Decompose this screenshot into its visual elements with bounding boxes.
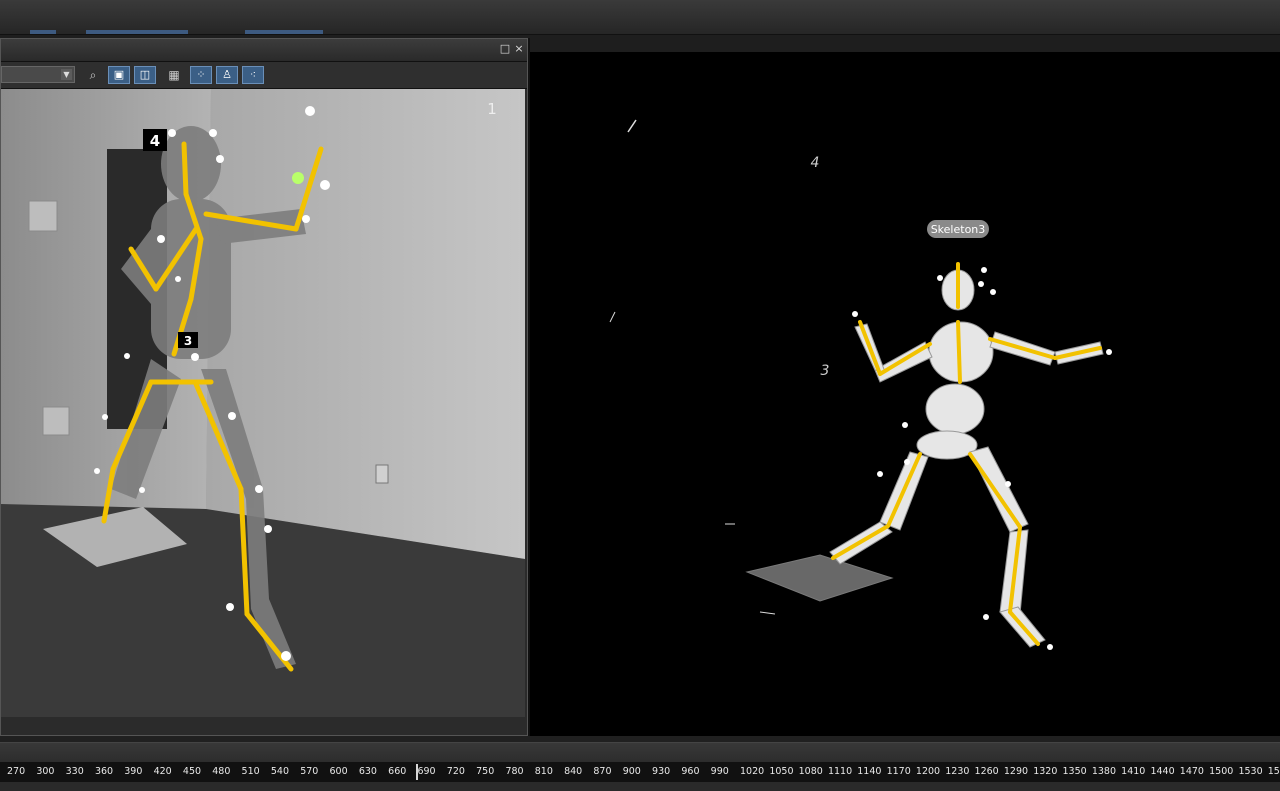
stray-marker bbox=[609, 311, 616, 323]
timeline-ruler[interactable]: 270 300 330 360 390 420 450 480 510 540 570 600 630 6… bbox=[0, 762, 1280, 782]
close-icon[interactable]: × bbox=[512, 42, 526, 56]
skeleton-name: Skeleton3 bbox=[931, 223, 986, 236]
rigid-body-marker bbox=[292, 172, 304, 184]
timeline-tick-label: 600 bbox=[329, 766, 348, 777]
top-tab-strip[interactable] bbox=[86, 30, 188, 34]
timeline-tick-label: 960 bbox=[681, 766, 700, 777]
camera-lock-icon[interactable]: ▣ bbox=[108, 66, 130, 84]
timeline-tick-label: 1530 bbox=[1238, 766, 1263, 777]
timeline-tick-label: 630 bbox=[358, 766, 377, 777]
marker-label-4: 4 bbox=[150, 132, 160, 150]
timeline-tick-label: 900 bbox=[622, 766, 641, 777]
camera-number: 1 bbox=[487, 100, 497, 118]
timeline-tick-label: 1260 bbox=[974, 766, 999, 777]
stray-marker bbox=[627, 119, 637, 133]
app-top-bar bbox=[0, 0, 1280, 35]
timeline-tick-label: 480 bbox=[212, 766, 231, 777]
camera-frame-svg: 4 3 1 bbox=[1, 89, 525, 717]
rigid-body-filter-icon[interactable]: ⁖ bbox=[242, 66, 264, 84]
timeline-tick-label: 1140 bbox=[857, 766, 882, 777]
timeline-tick-label: 420 bbox=[153, 766, 172, 777]
camera-toolbar: ▼ ⌕ ▣ ◫ ▦ ⁘ ♙ ⁖ bbox=[1, 62, 527, 89]
wall-socket bbox=[375, 464, 389, 484]
playhead-marker[interactable] bbox=[416, 764, 418, 780]
stray-marker bbox=[759, 611, 776, 615]
timeline-tick-label: 1350 bbox=[1062, 766, 1087, 777]
timeline-tick-label: 450 bbox=[182, 766, 202, 777]
timeline-tick-label: 930 bbox=[652, 766, 671, 777]
top-tab-strip[interactable] bbox=[30, 30, 56, 34]
timeline-tick-label: 1320 bbox=[1033, 766, 1058, 777]
grid-icon[interactable]: ▦ bbox=[164, 66, 184, 84]
timeline-tick-label: 300 bbox=[36, 766, 55, 777]
top-tab-strip[interactable] bbox=[245, 30, 323, 34]
skeleton-model bbox=[829, 269, 1104, 648]
timeline-tick-label: 1290 bbox=[1003, 766, 1029, 777]
timeline-tick-label: 870 bbox=[593, 766, 612, 777]
timeline-tick-label: 540 bbox=[270, 766, 290, 777]
maximize-icon[interactable]: □ bbox=[498, 42, 512, 56]
timeline-tick-label: 1500 bbox=[1209, 766, 1234, 777]
timeline-tick-label: 750 bbox=[476, 766, 495, 777]
marker-filter-icon[interactable]: ⁘ bbox=[190, 66, 212, 84]
timeline-tick-label: 1050 bbox=[769, 766, 794, 777]
camera-select-dropdown[interactable]: ▼ bbox=[1, 66, 75, 83]
wall-panel bbox=[28, 200, 58, 232]
timeline-tick-label: 360 bbox=[94, 766, 114, 777]
timeline-tick-label: 570 bbox=[300, 766, 319, 777]
timeline-tick-label: 1470 bbox=[1179, 766, 1204, 777]
timeline-tick-label: 1110 bbox=[827, 766, 853, 777]
marker-label-3: 3 bbox=[184, 334, 192, 348]
timeline-tick-label: 15 bbox=[1267, 766, 1280, 777]
timeline-tick-label: 690 bbox=[417, 766, 436, 777]
perspective-viewport[interactable]: 4 3 Skeleton3 bbox=[530, 52, 1280, 736]
timeline-tick-label: 780 bbox=[505, 766, 524, 777]
viewport-label-4: 4 bbox=[811, 155, 820, 171]
timeline-tick-label: 1380 bbox=[1091, 766, 1117, 777]
viewport-3d-svg: 4 3 Skeleton3 bbox=[609, 119, 1112, 650]
camera-video-view[interactable]: 4 3 1 bbox=[1, 89, 525, 717]
force-plate-3d bbox=[745, 554, 894, 602]
timeline-tick-label: 840 bbox=[564, 766, 583, 777]
timeline-tick-label: 1020 bbox=[740, 766, 765, 777]
split-view-icon[interactable]: ◫ bbox=[134, 66, 156, 84]
timeline-tick-label: 1440 bbox=[1150, 766, 1175, 777]
viewport-label-3: 3 bbox=[821, 363, 830, 379]
timeline-tick-label: 1410 bbox=[1121, 766, 1146, 777]
timeline-scrollbar[interactable] bbox=[0, 782, 1280, 791]
timeline-tick-label: 1200 bbox=[915, 766, 941, 777]
wall-outlet bbox=[42, 406, 70, 436]
skeleton-filter-icon[interactable]: ♙ bbox=[216, 66, 238, 84]
timeline-tick-label: 510 bbox=[241, 766, 260, 777]
timeline-tick-label: 390 bbox=[124, 766, 143, 777]
zoom-icon[interactable]: ⌕ bbox=[83, 66, 103, 84]
timeline-tick-label: 1230 bbox=[945, 766, 970, 777]
chevron-down-icon[interactable]: ▼ bbox=[61, 69, 72, 80]
timeline-tick-label: 660 bbox=[388, 766, 407, 777]
timeline-tick-label: 270 bbox=[7, 766, 26, 777]
timeline-tick-label: 330 bbox=[65, 766, 84, 777]
timeline-tick-label: 990 bbox=[710, 766, 729, 777]
timeline-tick-label: 810 bbox=[534, 766, 553, 777]
timeline-tick-label: 1170 bbox=[886, 766, 911, 777]
timeline-tick-label: 1080 bbox=[798, 766, 823, 777]
panel-title-bar: □ × bbox=[1, 39, 527, 62]
timeline-tick-label: 720 bbox=[446, 766, 465, 777]
